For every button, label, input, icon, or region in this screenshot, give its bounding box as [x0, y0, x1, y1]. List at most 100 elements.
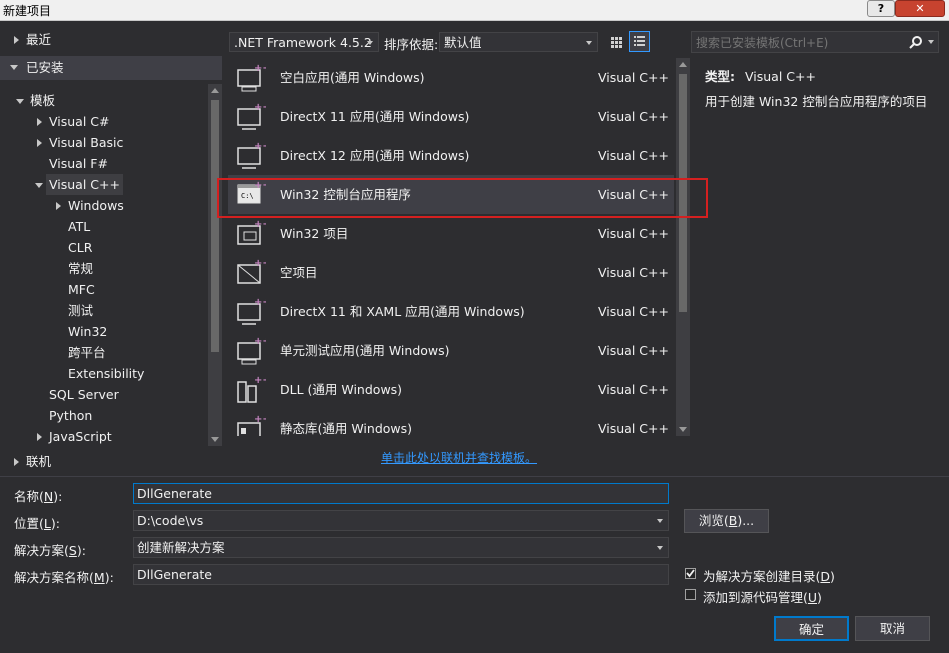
- browse-button[interactable]: 浏览(B)...: [684, 509, 769, 533]
- tree-item-sql-server[interactable]: SQL Server: [0, 384, 206, 405]
- expand-icon[interactable]: [37, 139, 42, 147]
- checkbox[interactable]: [685, 568, 696, 579]
- tree-item-visual-csharp[interactable]: Visual C#: [0, 111, 206, 132]
- solution-select[interactable]: 创建新解决方案: [133, 537, 669, 558]
- description-text: 用于创建 Win32 控制台应用程序的项目: [705, 94, 928, 109]
- scroll-up-icon[interactable]: [679, 62, 687, 67]
- tree-label: Extensibility: [68, 366, 145, 381]
- cancel-button[interactable]: 取消: [855, 616, 930, 641]
- tree-item-clr[interactable]: CLR: [0, 237, 206, 258]
- tree-item-general[interactable]: 常规: [0, 258, 206, 279]
- create-dir-label: 为解决方案创建目录(D): [703, 569, 835, 584]
- expand-icon[interactable]: [37, 433, 42, 441]
- tree-item-visual-basic[interactable]: Visual Basic: [0, 132, 206, 153]
- template-language: Visual C++: [598, 421, 669, 436]
- tree-item-online[interactable]: 联机: [0, 451, 222, 472]
- tree-item-win32[interactable]: Win32: [0, 321, 206, 342]
- ok-button[interactable]: 确定: [774, 616, 849, 641]
- tree-label: ATL: [68, 219, 91, 234]
- template-name: 单元测试应用(通用 Windows): [280, 343, 450, 358]
- template-item[interactable]: ++ DirectX 11 和 XAML 应用(通用 Windows) Visual…: [228, 292, 674, 331]
- tree-label: 模板: [30, 93, 56, 108]
- tree-item-windows[interactable]: Windows: [0, 195, 206, 216]
- tree-label: JavaScript: [49, 429, 112, 444]
- static-lib-icon: ++: [237, 414, 266, 436]
- tree-item-cross-platform[interactable]: 跨平台: [0, 342, 206, 363]
- win32-project-icon: ++: [237, 219, 266, 245]
- chevron-down-icon: [657, 546, 663, 550]
- tree-item-installed[interactable]: 已安装: [0, 56, 222, 80]
- tree-label: Visual C++: [46, 174, 123, 195]
- template-item[interactable]: ++ Win32 项目 Visual C++: [228, 214, 674, 253]
- svg-text:++: ++: [254, 102, 266, 113]
- svg-text:++: ++: [254, 258, 266, 269]
- scroll-up-icon[interactable]: [211, 88, 219, 93]
- list-view-button[interactable]: [629, 31, 650, 52]
- unit-test-icon: ++: [237, 336, 266, 365]
- template-item[interactable]: ++ 单元测试应用(通用 Windows) Visual C++: [228, 331, 674, 370]
- sort-select[interactable]: 默认值: [439, 32, 598, 52]
- expand-icon[interactable]: [14, 36, 19, 44]
- tree-label: SQL Server: [49, 387, 119, 402]
- tree-label: Windows: [68, 198, 124, 213]
- template-item[interactable]: ++ 空白应用(通用 Windows) Visual C++: [228, 58, 674, 97]
- template-search-box[interactable]: [691, 31, 939, 53]
- search-input[interactable]: [694, 33, 904, 53]
- chevron-down-icon[interactable]: [928, 40, 934, 44]
- directx-app-icon: ++: [237, 141, 266, 169]
- collapse-icon[interactable]: [10, 65, 18, 70]
- scroll-down-icon[interactable]: [211, 437, 219, 442]
- scroll-down-icon[interactable]: [679, 427, 687, 432]
- template-item[interactable]: ++ 空项目 Visual C++: [228, 253, 674, 292]
- search-icon[interactable]: [908, 35, 924, 51]
- expand-icon[interactable]: [56, 202, 61, 210]
- tree-item-visual-fsharp[interactable]: Visual F#: [0, 153, 206, 174]
- solution-name-input[interactable]: DllGenerate: [133, 564, 669, 585]
- grid-view-button[interactable]: [606, 32, 627, 52]
- tree-item-visual-cpp[interactable]: Visual C++: [0, 174, 206, 195]
- collapse-icon[interactable]: [35, 183, 43, 188]
- checkbox[interactable]: [685, 589, 696, 600]
- solution-name-label: 解决方案名称(M):: [14, 570, 114, 585]
- template-language: Visual C++: [598, 343, 669, 358]
- template-language: Visual C++: [598, 382, 669, 397]
- template-language: Visual C++: [598, 226, 669, 241]
- directx-xaml-icon: ++: [237, 297, 266, 325]
- framework-value: .NET Framework 4.5.2: [234, 35, 372, 50]
- location-value: D:\code\vs: [137, 513, 204, 528]
- tree-item-javascript[interactable]: JavaScript: [0, 426, 206, 444]
- tree-scroll-thumb[interactable]: [211, 100, 219, 352]
- tree-item-test[interactable]: 测试: [0, 300, 206, 321]
- tree-label: CLR: [68, 240, 93, 255]
- expand-icon[interactable]: [37, 118, 42, 126]
- solution-label: 解决方案(S):: [14, 543, 86, 558]
- framework-select[interactable]: .NET Framework 4.5.2: [229, 32, 379, 52]
- tree-item-mfc[interactable]: MFC: [0, 279, 206, 300]
- svg-text:++: ++: [254, 297, 266, 308]
- source-control-label: 添加到源代码管理(U): [703, 590, 822, 605]
- close-button[interactable]: ✕: [895, 0, 945, 17]
- template-item[interactable]: ++ DirectX 11 应用(通用 Windows) Visual C++: [228, 97, 674, 136]
- tree-item-extensibility[interactable]: Extensibility: [0, 363, 206, 384]
- name-input[interactable]: DllGenerate: [133, 483, 669, 504]
- template-language: Visual C++: [598, 265, 669, 280]
- tree-label: 跨平台: [68, 345, 106, 360]
- type-value: Visual C++: [744, 69, 816, 84]
- tree-label: Visual Basic: [49, 135, 124, 150]
- tree-label: 联机: [26, 454, 52, 469]
- tree-item-recent[interactable]: 最近: [0, 29, 222, 50]
- collapse-icon[interactable]: [16, 99, 24, 104]
- location-select[interactable]: D:\code\vs: [133, 510, 669, 531]
- template-item[interactable]: ++ DirectX 12 应用(通用 Windows) Visual C++: [228, 136, 674, 175]
- svg-text:++: ++: [254, 414, 266, 425]
- tree-item-templates[interactable]: 模板: [0, 90, 206, 111]
- template-item[interactable]: ++ DLL (通用 Windows) Visual C++: [228, 370, 674, 409]
- help-button[interactable]: ?: [867, 0, 895, 17]
- template-item[interactable]: ++ 静态库(通用 Windows) Visual C++: [228, 409, 674, 436]
- tree-item-python[interactable]: Python: [0, 405, 206, 426]
- template-name: DirectX 11 和 XAML 应用(通用 Windows): [280, 304, 525, 319]
- online-templates-link[interactable]: 单击此处以联机并查找模板。: [381, 449, 537, 466]
- chevron-down-icon: [657, 519, 663, 523]
- tree-item-atl[interactable]: ATL: [0, 216, 206, 237]
- expand-icon[interactable]: [14, 458, 19, 466]
